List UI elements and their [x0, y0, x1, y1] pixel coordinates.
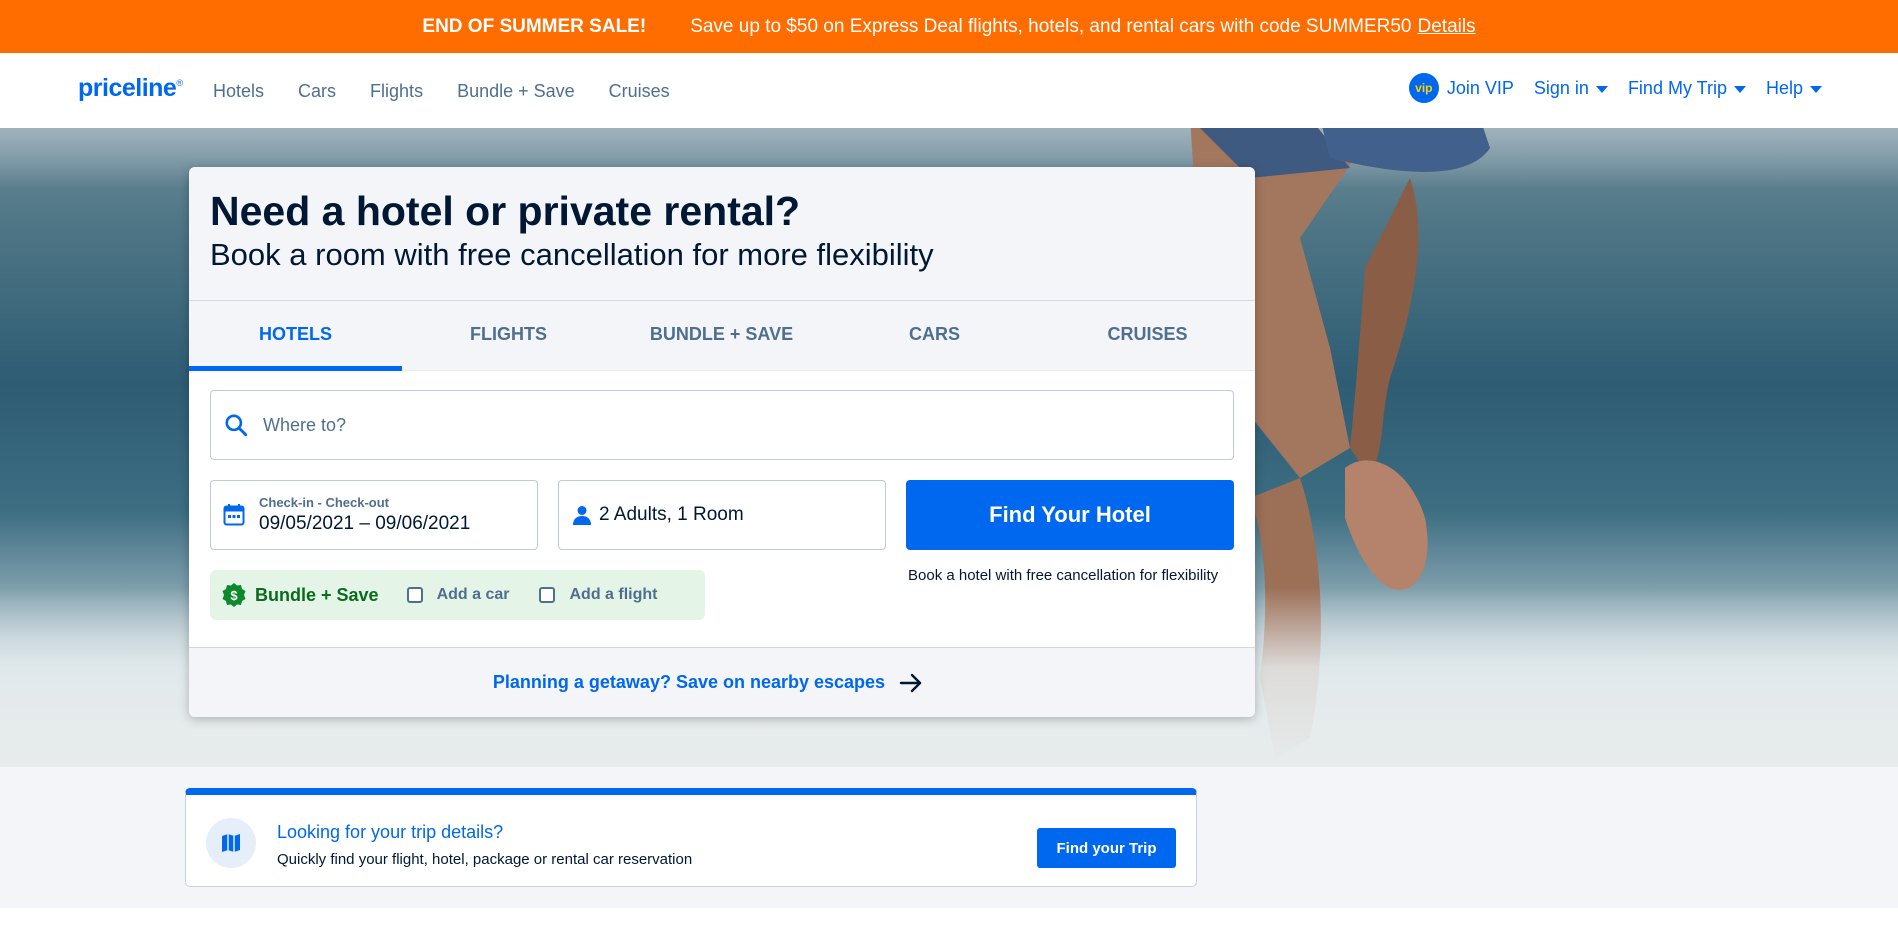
nav-links: Hotels Cars Flights Bundle + Save Cruise… [213, 81, 704, 102]
add-flight-label: Add a flight [569, 586, 658, 603]
promo-message: Save up to $50 on Express Deal flights, … [690, 15, 1412, 37]
map-icon [206, 818, 256, 868]
nav-link-hotels[interactable]: Hotels [213, 81, 264, 102]
search-title: Need a hotel or private rental? [210, 188, 801, 234]
tab-hotels[interactable]: HOTELS [189, 301, 402, 371]
bundle-save-title: Bundle + Save [255, 584, 379, 605]
find-your-hotel-button[interactable]: Find Your Hotel [906, 480, 1234, 550]
nearby-escapes-link[interactable]: Planning a getaway? Save on nearby escap… [493, 672, 923, 693]
guests-value: 2 Adults, 1 Room [599, 504, 744, 525]
add-car-checkbox[interactable]: Add a car [406, 586, 510, 604]
trip-details-description: Quickly find your flight, hotel, package… [277, 851, 693, 868]
search-card-header: Need a hotel or private rental? Book a r… [189, 167, 1255, 301]
promo-sale-title: END OF SUMMER SALE! [422, 15, 647, 37]
dates-value: 09/05/2021 – 09/06/2021 [259, 513, 471, 534]
nav-link-cruises[interactable]: Cruises [609, 81, 670, 102]
search-subtitle: Book a room with free cancellation for m… [210, 237, 934, 272]
trip-details-panel: Looking for your trip details? Quickly f… [185, 788, 1197, 887]
search-card-footer: Planning a getaway? Save on nearby escap… [189, 647, 1255, 717]
product-tabs: HOTELS FLIGHTS BUNDLE + SAVE CARS CRUISE… [189, 301, 1255, 371]
add-car-label: Add a car [436, 586, 510, 603]
bundle-save-options: $ Bundle + Save Add a car Add a flight [210, 570, 705, 620]
svg-text:$: $ [230, 588, 238, 603]
dates-label: Check-in - Check-out [259, 495, 390, 510]
join-vip-link[interactable]: vip Join VIP [1408, 73, 1514, 103]
tab-cruises[interactable]: CRUISES [1041, 301, 1254, 370]
destination-field[interactable] [210, 390, 1234, 460]
find-my-trip-dropdown[interactable]: Find My Trip [1628, 78, 1746, 99]
nav-link-bundle-save[interactable]: Bundle + Save [457, 81, 575, 102]
trip-details-title: Looking for your trip details? [277, 822, 504, 842]
calendar-icon [223, 504, 245, 526]
find-your-trip-button[interactable]: Find your Trip [1037, 828, 1176, 868]
sign-in-dropdown[interactable]: Sign in [1534, 78, 1608, 99]
guests-rooms-field[interactable]: 2 Adults, 1 Room [558, 480, 886, 550]
help-label: Help [1765, 77, 1803, 98]
priceline-logo[interactable]: priceline® [78, 74, 183, 103]
help-dropdown[interactable]: Help [1766, 78, 1822, 99]
vip-icon: vip [1408, 73, 1439, 103]
destination-input[interactable] [263, 414, 1163, 436]
logo-registered-mark: ® [176, 78, 183, 88]
find-my-trip-label: Find My Trip [1627, 77, 1727, 98]
promo-banner: END OF SUMMER SALE! Save up to $50 on Ex… [0, 0, 1898, 53]
page-bottom-strip [0, 908, 1898, 928]
nav-link-cars[interactable]: Cars [298, 81, 336, 102]
join-vip-label: Join VIP [1446, 77, 1514, 98]
logo-text: priceline [78, 74, 177, 102]
nearby-escapes-label: Planning a getaway? Save on nearby escap… [492, 672, 886, 692]
add-flight-checkbox[interactable]: Add a flight [539, 586, 657, 604]
top-nav: priceline® Hotels Cars Flights Bundle + … [0, 53, 1898, 128]
person-icon [573, 506, 591, 525]
chevron-down-icon [1733, 85, 1746, 93]
chevron-down-icon [1595, 85, 1608, 93]
arrow-right-icon [899, 673, 922, 692]
check-in-check-out-field[interactable]: Check-in - Check-out 09/05/2021 – 09/06/… [210, 480, 538, 550]
search-icon [225, 414, 248, 437]
dollar-badge-icon: $ [222, 583, 246, 607]
checkbox-box[interactable] [406, 587, 423, 603]
nav-account-menu: vip Join VIP Sign in Find My Trip Help [1389, 73, 1822, 103]
search-card: Need a hotel or private rental? Book a r… [189, 167, 1255, 717]
sign-in-label: Sign in [1533, 77, 1589, 98]
nav-link-flights[interactable]: Flights [370, 81, 423, 102]
dates-text: Check-in - Check-out 09/05/2021 – 09/06/… [259, 495, 470, 535]
promo-details-link[interactable]: Details [1418, 16, 1476, 38]
find-hotel-note: Book a hotel with free cancellation for … [908, 567, 1219, 584]
tab-bundle-save[interactable]: BUNDLE + SAVE [615, 301, 828, 370]
tab-flights[interactable]: FLIGHTS [402, 301, 615, 370]
chevron-down-icon [1810, 85, 1822, 93]
checkbox-box[interactable] [539, 587, 556, 603]
tab-cars[interactable]: CARS [828, 301, 1041, 370]
